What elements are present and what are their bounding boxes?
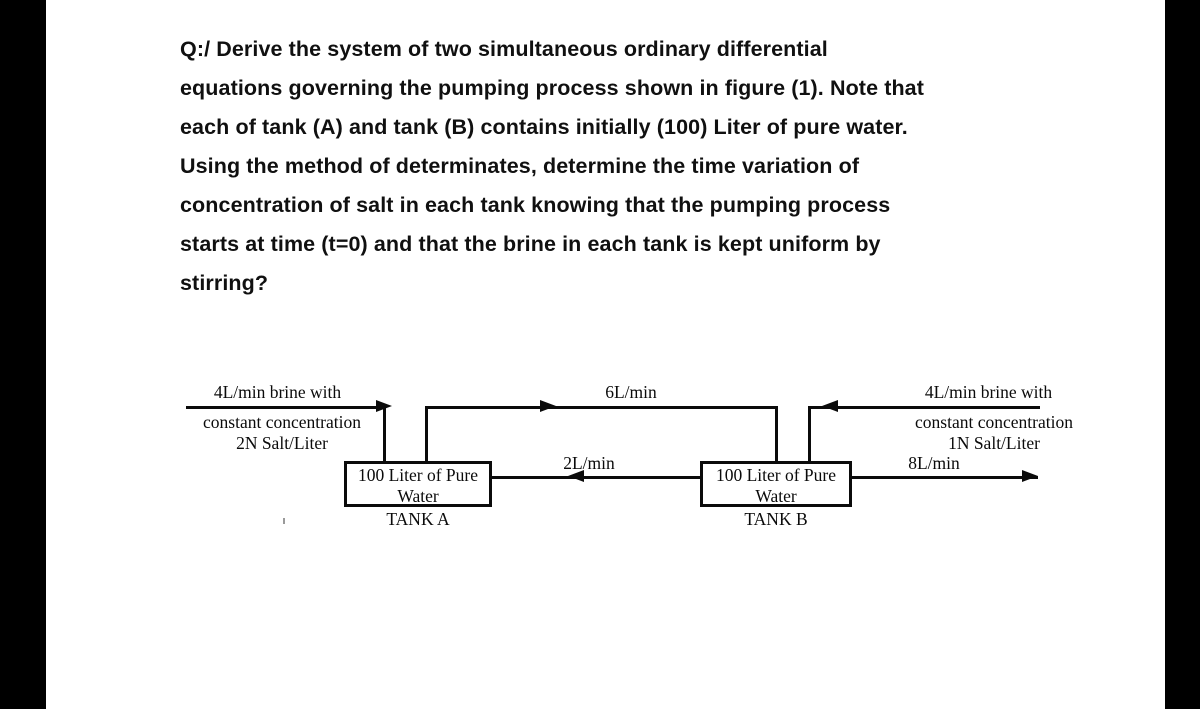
tank-a-caption: TANK A [386,509,450,529]
flow-a-to-b-arrow-icon [540,400,556,412]
right-inflow-label-line3: 1N Salt/Liter [948,433,1040,453]
tank-a-contents-line1: 100 Liter of Pure [357,465,479,485]
outflow-horizontal [850,476,1038,479]
tank-b-box: 100 Liter of Pure Water [700,461,852,507]
right-inflow-pipe-vertical [808,406,811,464]
right-inflow-pipe-horizontal [808,406,1040,409]
outflow-label: 8L/min [908,453,960,473]
screenshot-page: Q:/ Derive the system of two simultaneou… [0,0,1200,709]
right-inflow-label-line1: 4L/min brine with [924,382,1053,402]
left-inflow-label-line2: constant concentration [203,412,361,432]
flow-b-to-a-label: 2L/min [563,453,615,473]
tank-b-contents-line2: Water [755,486,797,506]
tank-a-box: 100 Liter of Pure Water [344,461,492,507]
outflow-arrow-icon [1022,470,1038,482]
document-sheet: Q:/ Derive the system of two simultaneou… [46,0,1165,709]
flow-a-to-b-label: 6L/min [605,382,657,402]
tank-a-contents-line2: Water [397,486,439,506]
tank-b-caption: TANK B [744,509,808,529]
flow-b-to-a-horizontal [490,476,702,479]
tank-b-contents-line1: 100 Liter of Pure [715,465,837,485]
flow-a-to-b-downcomer [775,406,778,464]
left-inflow-label-line3: 2N Salt/Liter [236,433,328,453]
left-inflow-label-line1: 4L/min brine with [213,382,342,402]
left-inflow-arrow-icon [376,400,392,412]
right-inflow-label-line2: constant concentration [915,412,1073,432]
right-inflow-arrow-icon [822,400,838,412]
pumping-process-diagram: 4L/min brine with constant concentration… [46,0,1165,709]
flow-a-to-b-horizontal [425,406,778,409]
flow-a-to-b-riser [425,406,428,464]
left-inflow-pipe-horizontal [186,406,386,409]
scan-artifact-speck [283,518,285,524]
